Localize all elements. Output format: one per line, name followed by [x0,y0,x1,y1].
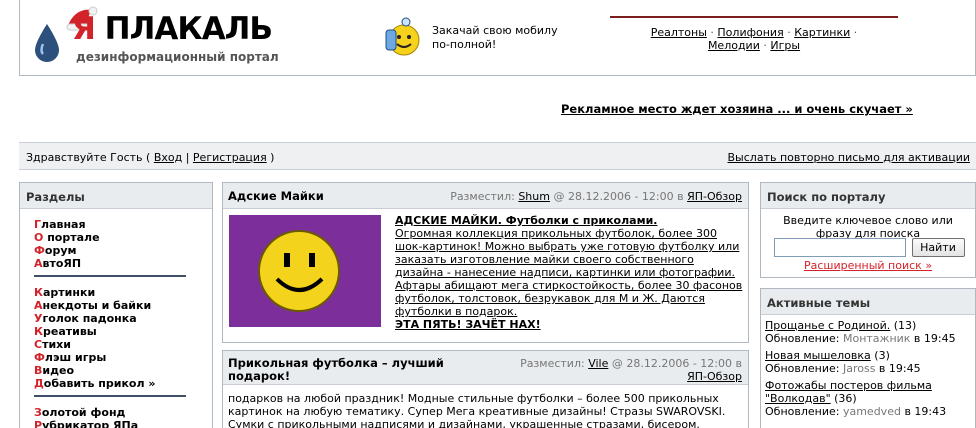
sidebar-title: Разделы [20,183,212,209]
greeting: Здравствуйте Гость ( Вход | Регистрация … [26,151,274,164]
post-title: Прикольная футболка – лучший подарок! [228,356,444,383]
nav-group: Главная О портале Форум АвтоЯП [20,209,212,270]
register-link[interactable]: Регистрация [193,151,267,164]
sidebar-item-video[interactable]: Видео [34,364,212,377]
topic-updater[interactable]: Монтажник [843,332,910,345]
sidebar-item-rubricator[interactable]: Рубрикатор ЯПа [34,419,212,428]
sidebar-item-flash-games[interactable]: Флэш игры [34,351,212,364]
nav-polyphony[interactable]: Полифония [717,26,783,39]
post-author-link[interactable]: Vile [588,357,608,370]
post-header: Адские Майки Разместил: Shum @ 28.12.200… [223,183,748,209]
post-headline[interactable]: АДСКИЕ МАЙКИ. Футболки с приколами. [395,214,745,227]
site-header: Я ПЛАКАЛЬ дезинформационный портал Закач… [19,0,976,76]
search-button[interactable]: Найти [911,238,965,257]
post-title: Адские Майки [228,189,324,203]
search-title: Поиск по порталу [761,183,975,209]
post-header: Прикольная футболка – лучший подарок! Ра… [223,351,748,385]
topic-link[interactable]: Новая мышеловка [765,349,871,362]
post-author-link[interactable]: Shum [518,190,550,203]
search-row: Найти [774,238,965,257]
sidebar-item-padonki[interactable]: Уголок падонка [34,312,212,325]
post-text[interactable]: Огромная коллекция прикольных футболок, … [395,227,745,318]
sidebar-item-home[interactable]: Главная [34,218,212,231]
top-nav: Реалтоны · Полифония · Картинки · Мелоди… [610,16,898,52]
login-link[interactable]: Вход [154,151,182,164]
resend-activation-link[interactable]: Выслать повторно письмо для активации [728,151,970,164]
site-logo[interactable]: Я ПЛАКАЛЬ дезинформационный портал [28,6,280,66]
sidebar-item-pictures[interactable]: Картинки [34,286,212,299]
sidebar-item-forum[interactable]: Форум [34,244,212,257]
topic-updater[interactable]: yamedved [843,405,901,418]
post-footer[interactable]: ЭТА ПЯТЬ! ЗАЧЁТ НАХ! [395,318,745,331]
nav-realtones[interactable]: Реалтоны [651,26,707,39]
sidebar-item-jokes[interactable]: Анекдоты и байки [34,299,212,312]
water-drop-icon [35,24,59,62]
greeting-suffix: ) [266,151,275,164]
nav-separator: · [763,39,767,52]
topic-item: Фотожабы постеров фильма "Волкодав" (36)… [765,379,947,418]
sidebar-item-about[interactable]: О портале [34,231,212,244]
post-meta: Разместил: Vile @ 28.12.2006 - 12:00 в Я… [520,357,742,383]
sidebar-item-poems[interactable]: Стихи [34,338,212,351]
greeting-prefix: Здравствуйте Гость ( [26,151,151,164]
logo-rest: ПЛАКАЛЬ [94,11,273,47]
nav-separator: · [787,26,791,39]
active-topics-panel: Активные темы Прощанье с Родиной. (13) О… [760,288,976,428]
user-bar: Здравствуйте Гость ( Вход | Регистрация … [19,142,976,170]
promo-line-1: Закачай свою мобилу [432,24,558,37]
post-text: подарков на любой праздник! Модные стиль… [228,392,726,428]
nav-separator: · [710,26,714,39]
nav-pictures[interactable]: Картинки [794,26,850,39]
topic-item: Прощанье с Родиной. (13) Обновление: Мон… [765,319,956,345]
post-body[interactable]: АДСКИЕ МАЙКИ. Футболки с приколами. Огро… [395,214,745,331]
search-hint: Введите ключевое слово или фразу для пои… [783,214,953,240]
news-post: Адские Майки Разместил: Shum @ 28.12.200… [222,182,749,343]
smiley-image[interactable] [229,215,381,327]
topic-item: Новая мышеловка (3) Обновление: Jaross в… [765,349,921,375]
mobile-promo[interactable]: Закачай свою мобилу по-полной! [380,16,580,60]
logo-tagline: дезинформационный портал [76,50,279,64]
nav-separator: · [853,26,858,39]
news-post: Прикольная футболка – лучший подарок! Ра… [222,350,749,428]
smiley-phone-icon [385,17,420,56]
nav-games[interactable]: Игры [770,39,800,52]
greeting-divider: | [182,151,193,164]
ad-placeholder-link[interactable]: Рекламное место ждет хозяина ... и очень… [561,102,913,116]
sections-sidebar: Разделы Главная О портале Форум АвтоЯП К… [19,182,213,428]
sidebar-item-add-joke[interactable]: Добавить прикол » [34,377,212,390]
topic-link[interactable]: Прощанье с Родиной. [765,319,890,332]
sidebar-item-gold-fund[interactable]: Золотой фонд [34,406,212,419]
sidebar-item-auto[interactable]: АвтоЯП [34,257,212,270]
nav-group: Золотой фонд Рубрикатор ЯПа [20,397,212,428]
promo-line-2: по-полной! [432,38,497,51]
topics-title: Активные темы [761,289,975,315]
promo-text: Закачай свою мобилу по-полной! [432,24,558,52]
post-meta: Разместил: Shum @ 28.12.2006 - 12:00 в Я… [450,190,742,203]
post-section-link[interactable]: ЯП-Обзор [687,370,742,383]
search-panel: Поиск по порталу Введите ключевое слово … [760,182,976,278]
logo-wordmark: Я ПЛАКАЛЬ [72,11,273,47]
nav-melodies[interactable]: Мелодии [708,39,760,52]
nav-group: Картинки Анекдоты и байки Уголок падонка… [20,277,212,390]
sidebar-item-creatives[interactable]: Креативы [34,325,212,338]
search-input[interactable] [774,238,906,257]
post-section-link[interactable]: ЯП-Обзор [687,190,742,203]
logo-accent: Я [72,11,96,47]
advanced-search-link[interactable]: Расширенный поиск » [761,259,975,272]
topic-updater[interactable]: Jaross [843,362,875,375]
